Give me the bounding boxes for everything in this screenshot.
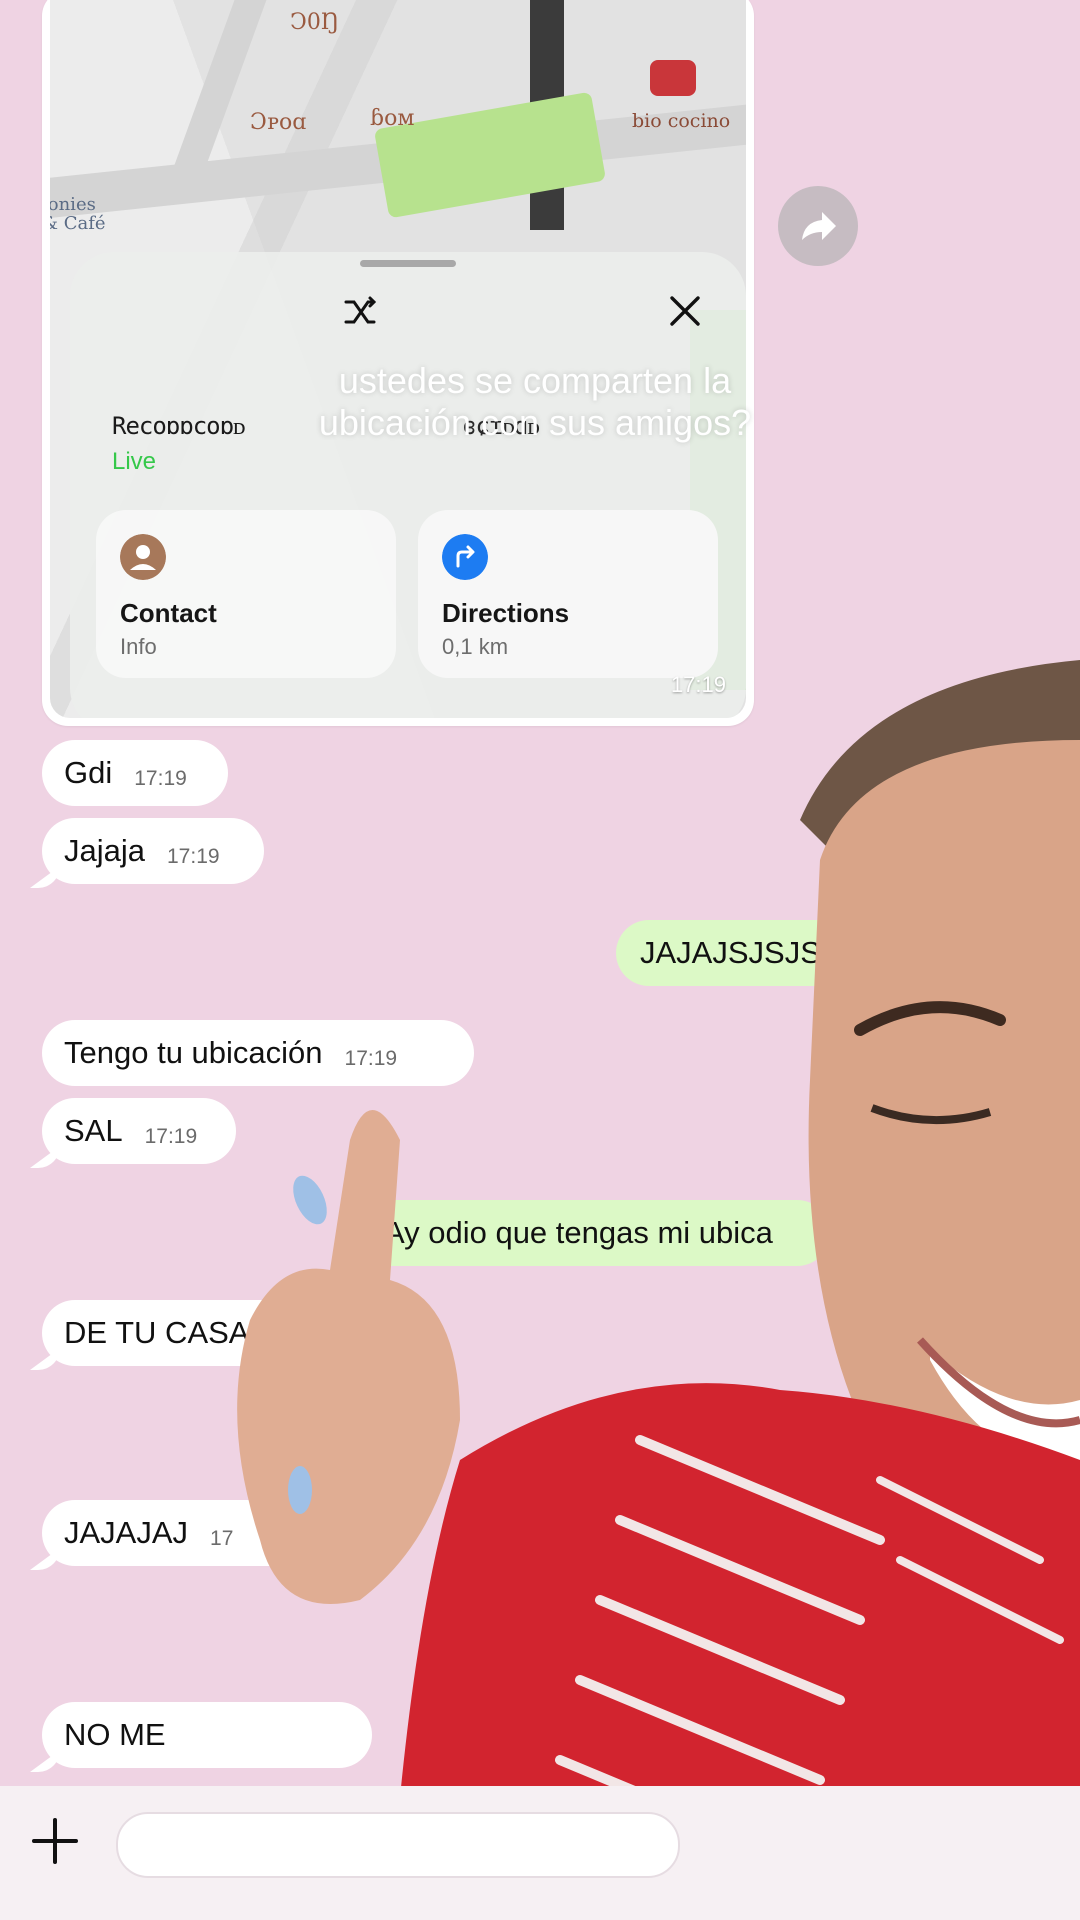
- bubble-tail: [30, 1548, 60, 1570]
- directions-title: Directions: [442, 598, 570, 628]
- shuffle-icon[interactable]: [340, 292, 380, 332]
- message-time: 17: [210, 1527, 234, 1550]
- directions-distance: 0,1 km: [442, 634, 509, 659]
- contact-info-button[interactable]: Contact Info: [96, 510, 396, 678]
- message-text: NO ME: [64, 1717, 166, 1752]
- bubble-tail: [30, 1146, 60, 1168]
- directions-arrow-icon: [442, 534, 488, 580]
- incoming-message[interactable]: DE TU CASA 17:20: [30, 1300, 372, 1370]
- live-status: Live: [112, 448, 157, 475]
- message-text: SAL: [64, 1113, 123, 1148]
- message-text: JAJAJAJ: [64, 1515, 189, 1550]
- forward-icon: [802, 212, 836, 240]
- contact-title: Contact: [120, 598, 217, 628]
- incoming-message[interactable]: NO ME: [30, 1702, 372, 1772]
- map-label: Ͻ0Ŋ: [290, 10, 340, 35]
- contact-subtitle: Info: [120, 634, 157, 659]
- place-name: Recoɒɒcoɒᴅ: [112, 412, 246, 440]
- bubble-tail: [30, 1750, 60, 1772]
- message-input[interactable]: [116, 1812, 680, 1878]
- message-time: 17:19: [144, 1125, 198, 1148]
- message-text: JAJAJDJS: [674, 1415, 821, 1450]
- incoming-message[interactable]: Tengo tu ubicación 17:19: [42, 1020, 474, 1086]
- sheet-handle[interactable]: [360, 260, 456, 267]
- message-time: 17:19: [167, 845, 220, 868]
- map-label: ionies & Café: [50, 194, 106, 234]
- message-time: 17:19: [134, 767, 187, 790]
- message-text: DE TU CASA: [64, 1315, 250, 1350]
- message-text: Ay odio que tengas mi ubica: [384, 1215, 773, 1250]
- person-icon: [120, 534, 166, 580]
- restaurant-poi-icon: [650, 60, 696, 96]
- outgoing-message[interactable]: Ay odio que tengas mi ubica: [360, 1200, 830, 1266]
- compose-bar: [0, 1786, 1080, 1920]
- incoming-message[interactable]: SAL 17:19: [30, 1098, 236, 1168]
- video-caption: ustedes se comparten la ubicación con su…: [318, 360, 752, 443]
- forward-button[interactable]: [778, 186, 858, 266]
- message-text: Gdi: [64, 755, 113, 790]
- message-time: 17:19: [344, 1047, 398, 1070]
- message-time: 17:19: [670, 672, 726, 697]
- bubble-tail: [30, 1348, 60, 1370]
- plus-icon[interactable]: [30, 1816, 80, 1866]
- close-icon[interactable]: [666, 292, 704, 330]
- message-text: Tengo tu ubicación: [64, 1035, 323, 1070]
- directions-button[interactable]: Directions 0,1 km: [418, 510, 718, 678]
- location-sheet: Recoɒɒcoɒᴅ ɞɕɪᴅɑᴅ Live Contact Info Dire…: [70, 252, 746, 718]
- message-text: Jajaja: [64, 833, 145, 868]
- incoming-message[interactable]: JAJAJAJ 17: [30, 1500, 332, 1570]
- map-view[interactable]: Ͻ0Ŋ Ɔᴘᴏɑ ɓoᴍ bio cocino ionies & Café Re…: [50, 0, 746, 718]
- outgoing-message[interactable]: JAJAJDJS: [650, 1400, 870, 1466]
- map-label: Ɔᴘᴏɑ: [250, 110, 307, 135]
- incoming-message[interactable]: Jajaja 17:19: [30, 818, 264, 888]
- incoming-message[interactable]: Gdi 17:19: [42, 740, 228, 806]
- map-label: bio cocino: [632, 110, 731, 132]
- outgoing-message[interactable]: JAJAJSJSJS: [616, 920, 856, 986]
- bubble-tail: [30, 866, 60, 888]
- message-text: JAJAJSJSJS: [640, 935, 821, 970]
- message-time: 17:20: [271, 1327, 325, 1350]
- map-label: ɓoᴍ: [370, 106, 415, 131]
